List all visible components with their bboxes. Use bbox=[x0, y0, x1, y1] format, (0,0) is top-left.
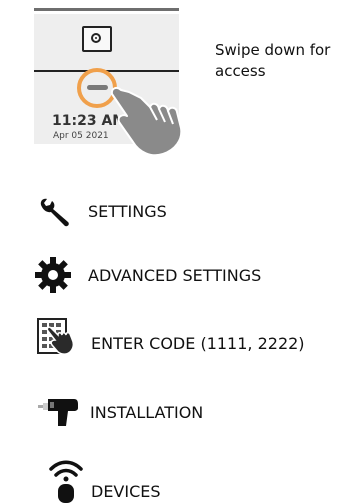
gear-icon bbox=[35, 257, 71, 293]
menu-item-settings[interactable]: SETTINGS bbox=[0, 193, 341, 233]
menu-item-label: INSTALLATION bbox=[90, 403, 204, 422]
menu-item-installation[interactable]: INSTALLATION bbox=[0, 392, 341, 432]
pointing-hand-icon bbox=[110, 86, 183, 157]
camera-icon bbox=[91, 33, 101, 43]
menu-item-label: ENTER CODE (1111, 2222) bbox=[91, 334, 305, 353]
menu-item-label: SETTINGS bbox=[88, 202, 167, 221]
drill-icon bbox=[38, 399, 78, 426]
menu-item-enter-code[interactable]: ENTER CODE (1111, 2222) bbox=[0, 318, 341, 358]
wrench-icon bbox=[40, 198, 69, 227]
menu-item-label: ADVANCED SETTINGS bbox=[88, 266, 262, 285]
menu-item-label: DEVICES bbox=[91, 482, 161, 501]
camera-button bbox=[82, 26, 112, 52]
swipe-hint-text: Swipe down for access bbox=[215, 41, 331, 80]
wireless-device-icon bbox=[49, 460, 83, 503]
keypad-hand-icon bbox=[37, 318, 75, 355]
menu-item-advanced-settings[interactable]: ADVANCED SETTINGS bbox=[0, 254, 341, 294]
menu-item-devices[interactable]: DEVICES bbox=[0, 460, 341, 503]
device-top-edge bbox=[34, 8, 179, 11]
clock-date: Apr 05 2021 bbox=[53, 131, 109, 141]
